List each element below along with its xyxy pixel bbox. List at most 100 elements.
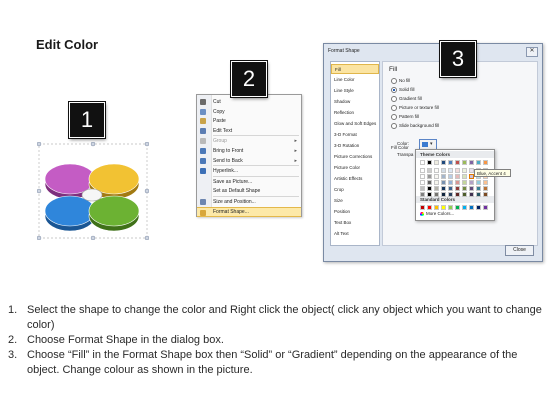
menu-item-group[interactable]: Group ▸: [197, 136, 301, 146]
standard-color-swatch[interactable]: [448, 205, 453, 210]
theme-color-swatch[interactable]: [427, 180, 432, 185]
menu-item-send-to-back[interactable]: Send to Back ▸: [197, 156, 301, 166]
nav-item-3-d-rotation[interactable]: 3-D Rotation: [331, 141, 379, 151]
radio-button[interactable]: [391, 123, 397, 129]
theme-color-swatch[interactable]: [441, 160, 446, 165]
theme-color-swatch[interactable]: [441, 186, 446, 191]
nav-item-crop[interactable]: Crop: [331, 185, 379, 195]
menu-item-size-and-position[interactable]: Size and Position...: [197, 197, 301, 207]
standard-color-swatch[interactable]: [441, 205, 446, 210]
theme-color-swatch[interactable]: [455, 192, 460, 197]
nav-item-text-box[interactable]: Text Box: [331, 218, 379, 228]
theme-color-swatch[interactable]: [462, 180, 467, 185]
nav-item-glow-and-soft-edges[interactable]: Glow and Soft Edges: [331, 119, 379, 129]
menu-item-hyperlink[interactable]: Hyperlink...: [197, 166, 301, 176]
menu-item-cut[interactable]: Cut: [197, 97, 301, 107]
theme-color-swatch[interactable]: [448, 186, 453, 191]
theme-color-swatch[interactable]: [462, 186, 467, 191]
standard-color-swatch[interactable]: [469, 205, 474, 210]
theme-color-swatch[interactable]: [476, 160, 481, 165]
theme-color-swatch[interactable]: [427, 186, 432, 191]
theme-color-swatch[interactable]: [441, 168, 446, 173]
theme-color-swatch[interactable]: [434, 180, 439, 185]
nav-item-fill[interactable]: Fill: [331, 64, 379, 74]
menu-item-set-as-default-shape[interactable]: Set as Default Shape: [197, 186, 301, 196]
selected-shape[interactable]: [37, 142, 149, 240]
fill-option-slide-background-fill[interactable]: Slide background fill: [391, 123, 439, 129]
theme-color-swatch[interactable]: [448, 174, 453, 179]
theme-color-swatch[interactable]: [483, 192, 488, 197]
nav-item-picture-corrections[interactable]: Picture Corrections: [331, 152, 379, 162]
theme-color-swatch[interactable]: [420, 186, 425, 191]
theme-color-swatch[interactable]: [469, 160, 474, 165]
theme-color-swatch[interactable]: [434, 186, 439, 191]
theme-color-swatch[interactable]: [420, 160, 425, 165]
theme-color-swatch[interactable]: [420, 174, 425, 179]
nav-item-alt-text[interactable]: Alt Text: [331, 229, 379, 239]
theme-color-swatch[interactable]: [420, 192, 425, 197]
theme-color-swatch[interactable]: [469, 180, 474, 185]
theme-color-swatch[interactable]: [483, 186, 488, 191]
fill-option-pattern-fill[interactable]: Pattern fill: [391, 114, 419, 120]
menu-item-edit-text[interactable]: Edit Text: [197, 126, 301, 136]
theme-color-swatch[interactable]: [434, 168, 439, 173]
menu-item-bring-to-front[interactable]: Bring to Front ▸: [197, 146, 301, 156]
standard-color-swatch[interactable]: [483, 205, 488, 210]
theme-color-swatch[interactable]: [420, 168, 425, 173]
theme-color-swatch[interactable]: [441, 180, 446, 185]
theme-color-swatch[interactable]: [448, 192, 453, 197]
radio-button[interactable]: [391, 114, 397, 120]
nav-item-reflection[interactable]: Reflection: [331, 108, 379, 118]
standard-color-swatch[interactable]: [420, 205, 425, 210]
close-button[interactable]: Close: [505, 245, 534, 256]
theme-color-swatch[interactable]: [434, 174, 439, 179]
nav-item-3-d-format[interactable]: 3-D Format: [331, 130, 379, 140]
theme-color-swatch[interactable]: [476, 180, 481, 185]
theme-color-swatch[interactable]: [476, 192, 481, 197]
nav-item-line-color[interactable]: Line Color: [331, 75, 379, 85]
theme-color-swatch[interactable]: [427, 174, 432, 179]
fill-option-no-fill[interactable]: No fill: [391, 78, 410, 84]
standard-color-swatch[interactable]: [434, 205, 439, 210]
menu-item-save-as-picture[interactable]: Save as Picture...: [197, 177, 301, 187]
radio-button[interactable]: [391, 105, 397, 111]
nav-item-size[interactable]: Size: [331, 196, 379, 206]
theme-color-swatch[interactable]: [469, 192, 474, 197]
radio-button[interactable]: [391, 78, 397, 84]
theme-color-swatch[interactable]: [427, 192, 432, 197]
fill-option-solid-fill[interactable]: Solid fill: [391, 87, 415, 93]
standard-color-swatch[interactable]: [455, 205, 460, 210]
fill-option-picture-or-texture-fill[interactable]: Picture or texture fill: [391, 105, 439, 111]
theme-color-swatch[interactable]: [483, 180, 488, 185]
theme-color-swatch[interactable]: [427, 168, 432, 173]
theme-color-swatch[interactable]: [434, 192, 439, 197]
theme-color-swatch[interactable]: [441, 174, 446, 179]
theme-color-swatch[interactable]: [462, 168, 467, 173]
more-colors-button[interactable]: More Colors...: [420, 211, 454, 216]
standard-color-swatch[interactable]: [427, 205, 432, 210]
menu-item-paste[interactable]: Paste: [197, 116, 301, 126]
nav-item-picture-color[interactable]: Picture Color: [331, 163, 379, 173]
four-petal-shape[interactable]: [37, 142, 149, 240]
theme-color-swatch[interactable]: [455, 160, 460, 165]
theme-color-swatch[interactable]: [448, 180, 453, 185]
nav-item-artistic-effects[interactable]: Artistic Effects: [331, 174, 379, 184]
theme-color-swatch[interactable]: [462, 174, 467, 179]
theme-color-swatch[interactable]: [455, 180, 460, 185]
theme-color-swatch[interactable]: [476, 186, 481, 191]
radio-button[interactable]: [391, 96, 397, 102]
theme-color-swatch[interactable]: [448, 160, 453, 165]
standard-color-swatch[interactable]: [476, 205, 481, 210]
theme-color-swatch[interactable]: [434, 160, 439, 165]
nav-item-line-style[interactable]: Line Style: [331, 86, 379, 96]
theme-color-swatch[interactable]: [448, 168, 453, 173]
nav-item-position[interactable]: Position: [331, 207, 379, 217]
theme-color-swatch[interactable]: [462, 160, 467, 165]
nav-item-shadow[interactable]: Shadow: [331, 97, 379, 107]
theme-color-swatch[interactable]: [469, 186, 474, 191]
dialog-close-icon[interactable]: ✕: [526, 47, 538, 57]
theme-color-swatch[interactable]: [427, 160, 432, 165]
theme-color-swatch[interactable]: [455, 168, 460, 173]
standard-color-swatch[interactable]: [462, 205, 467, 210]
theme-color-swatch[interactable]: [483, 160, 488, 165]
